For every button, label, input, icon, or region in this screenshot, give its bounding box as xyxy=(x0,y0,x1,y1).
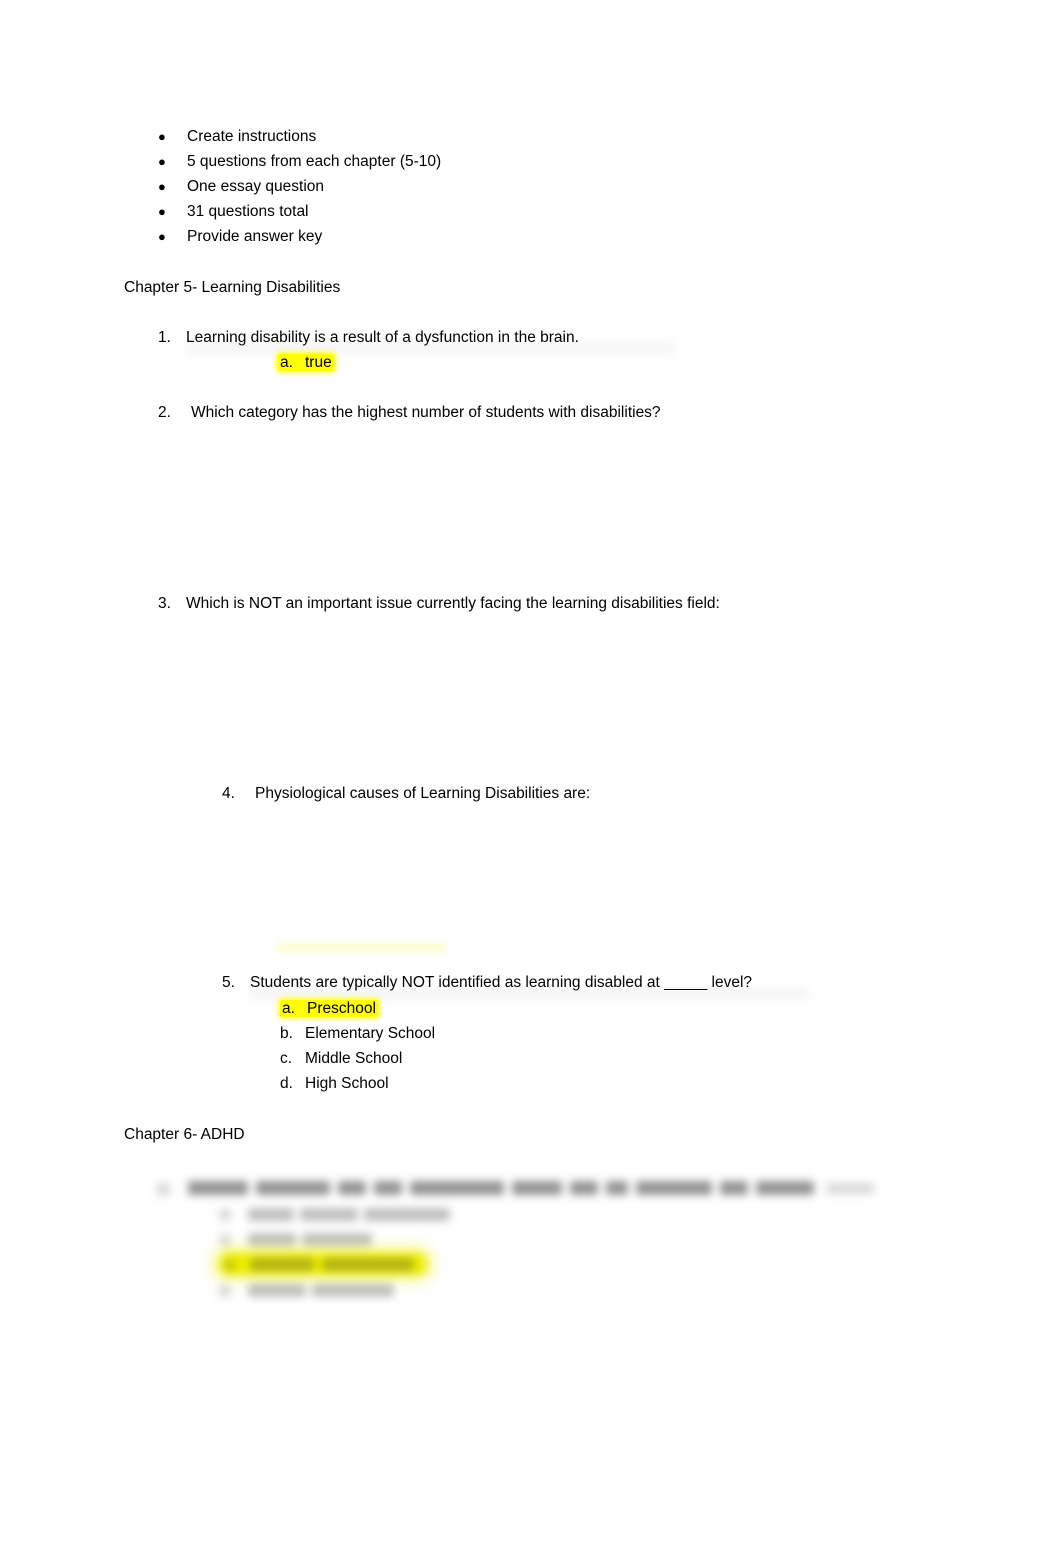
redacted-question-word xyxy=(512,1181,562,1195)
redacted-question-word xyxy=(756,1181,814,1195)
redacted-question-word xyxy=(374,1181,402,1195)
redacted-option-d-word xyxy=(312,1284,394,1297)
redacted-question-word xyxy=(720,1181,748,1195)
redacted-option-d-word xyxy=(248,1284,306,1297)
document-page: ● Create instructions ● 5 questions from… xyxy=(0,0,1062,1556)
chapter-6-redacted-question-block xyxy=(0,0,1062,1556)
redacted-option-b-letter xyxy=(219,1234,231,1246)
redacted-option-c-word xyxy=(322,1258,414,1271)
redacted-option-c-word xyxy=(250,1258,314,1271)
redacted-option-b-word xyxy=(302,1233,372,1246)
redacted-question-word xyxy=(256,1181,330,1195)
redacted-question-word xyxy=(606,1181,628,1195)
redacted-question-word xyxy=(826,1183,874,1194)
redacted-question-word xyxy=(570,1181,598,1195)
redacted-option-a-word xyxy=(364,1208,450,1221)
redacted-question-word xyxy=(410,1181,504,1195)
redacted-option-c-letter xyxy=(224,1259,236,1271)
redacted-option-a-letter xyxy=(219,1209,231,1221)
redacted-option-a-word xyxy=(248,1208,294,1221)
redacted-question-word xyxy=(636,1181,712,1195)
redacted-question-word xyxy=(188,1181,248,1195)
redacted-question-number xyxy=(157,1183,170,1196)
redacted-option-b-word xyxy=(248,1233,296,1246)
redacted-question-word xyxy=(338,1181,366,1195)
redacted-option-d-letter xyxy=(219,1285,231,1297)
redacted-option-a-word xyxy=(300,1208,358,1221)
